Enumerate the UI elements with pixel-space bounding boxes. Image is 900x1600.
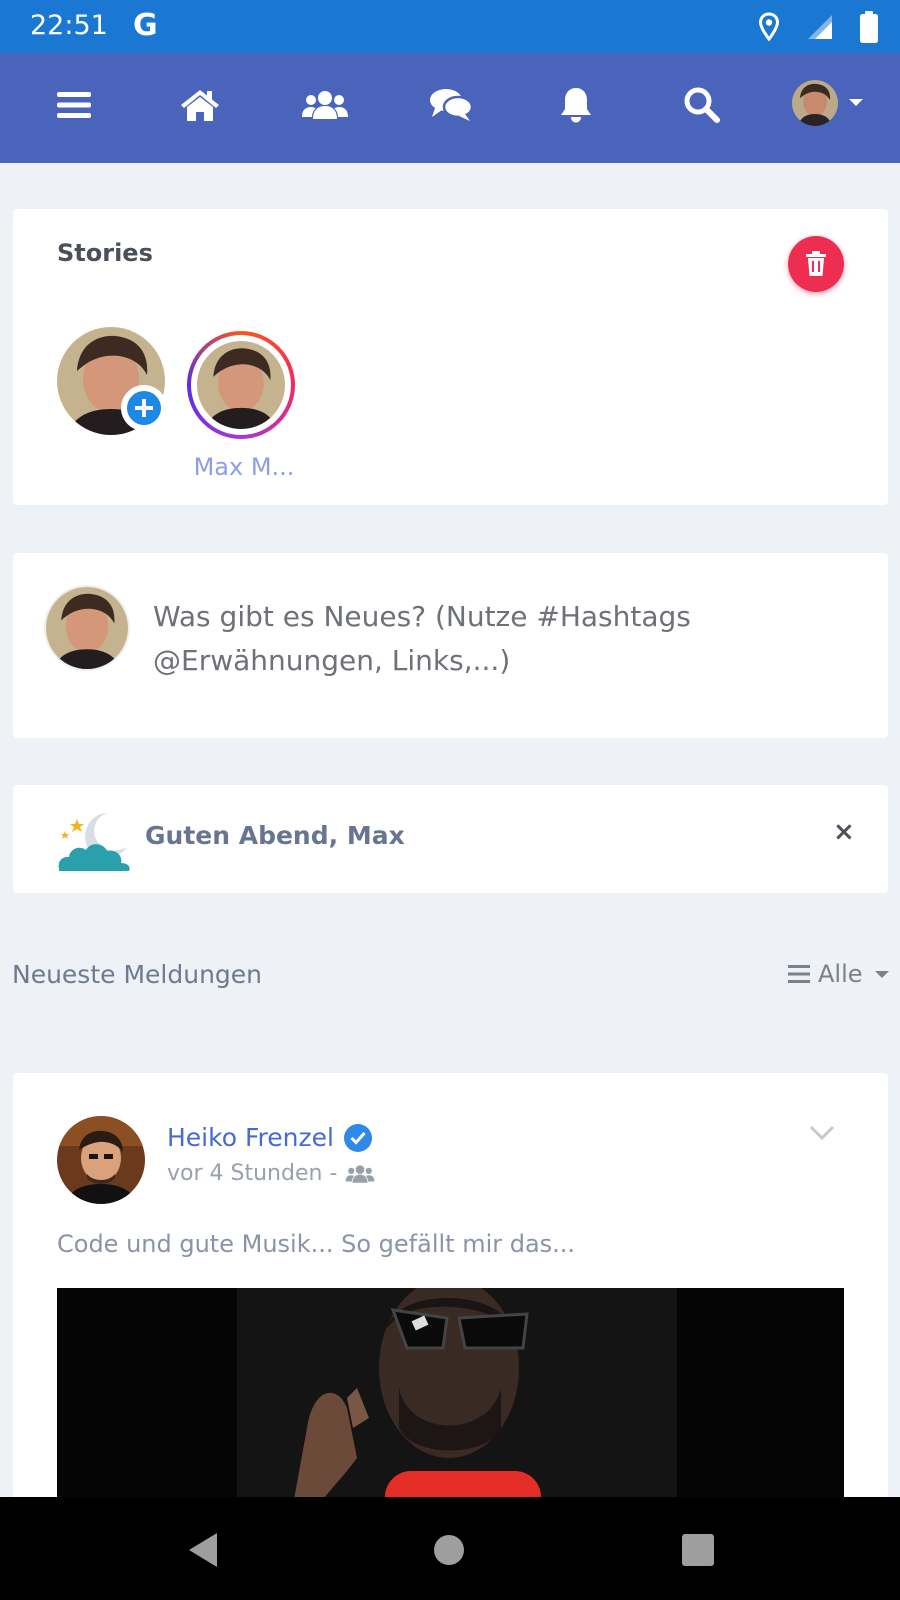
status-time: 22:51 bbox=[30, 10, 108, 41]
home-button[interactable] bbox=[172, 81, 228, 129]
chevron-down-icon bbox=[809, 1125, 835, 1141]
battery-icon bbox=[860, 11, 878, 43]
groups-button[interactable] bbox=[297, 81, 353, 129]
back-icon bbox=[189, 1533, 217, 1567]
story-avatar bbox=[197, 341, 285, 429]
status-icons bbox=[758, 10, 878, 44]
google-icon: G bbox=[133, 8, 158, 43]
signal-icon bbox=[808, 15, 832, 39]
post-author-name[interactable]: Heiko Frenzel bbox=[167, 1123, 372, 1152]
verified-icon bbox=[343, 1123, 372, 1152]
menu-button[interactable] bbox=[46, 81, 102, 129]
composer-input[interactable]: Was gibt es Neues? (Nutze #Hashtags @Erw… bbox=[153, 595, 793, 683]
chevron-down-icon bbox=[874, 970, 889, 978]
messages-icon bbox=[430, 89, 473, 121]
story-name[interactable]: Max M... bbox=[189, 453, 299, 481]
notifications-button[interactable] bbox=[548, 81, 604, 129]
delete-story-button[interactable] bbox=[788, 236, 844, 292]
greeting-text: Guten Abend, Max bbox=[145, 821, 405, 850]
menu-icon bbox=[57, 92, 91, 118]
post-options-button[interactable] bbox=[809, 1125, 835, 1145]
home-icon bbox=[181, 90, 219, 121]
friends-icon bbox=[346, 1164, 375, 1183]
stories-title: Stories bbox=[57, 239, 153, 267]
night-icon bbox=[58, 813, 130, 871]
groups-icon bbox=[302, 91, 348, 119]
home-nav-button[interactable] bbox=[424, 1525, 474, 1575]
story-item[interactable] bbox=[187, 331, 295, 439]
recents-icon bbox=[682, 1534, 714, 1566]
feed-filter-label: Alle bbox=[818, 960, 863, 988]
feed-title: Neueste Meldungen bbox=[12, 960, 263, 989]
status-bar: 22:51 G bbox=[0, 0, 900, 53]
android-nav-bar bbox=[0, 1497, 900, 1600]
list-icon bbox=[788, 965, 810, 983]
post-meta: vor 4 Stunden - bbox=[167, 1161, 375, 1186]
search-icon bbox=[684, 87, 720, 123]
recents-button[interactable] bbox=[673, 1525, 723, 1575]
stories-card: Stories Max M... bbox=[13, 209, 888, 505]
chevron-down-icon[interactable] bbox=[849, 99, 863, 106]
circle-home-icon bbox=[434, 1535, 464, 1565]
top-nav bbox=[0, 53, 900, 163]
close-greeting-button[interactable]: × bbox=[833, 817, 855, 847]
plus-icon bbox=[127, 391, 161, 425]
post-time: vor 4 Stunden - bbox=[167, 1161, 338, 1186]
search-button[interactable] bbox=[674, 81, 730, 129]
messages-button[interactable] bbox=[423, 81, 479, 129]
profile-avatar[interactable] bbox=[792, 80, 838, 126]
notifications-icon bbox=[561, 88, 591, 123]
trash-icon bbox=[806, 251, 826, 276]
location-icon bbox=[758, 12, 780, 42]
post-composer[interactable]: Was gibt es Neues? (Nutze #Hashtags @Erw… bbox=[13, 553, 888, 738]
greeting-card: Guten Abend, Max × bbox=[13, 785, 888, 893]
post-author-avatar[interactable] bbox=[57, 1116, 145, 1204]
add-story-button[interactable] bbox=[121, 385, 167, 431]
post-text: Code und gute Musik... So gefällt mir da… bbox=[57, 1230, 576, 1258]
composer-avatar bbox=[46, 587, 128, 669]
back-button[interactable] bbox=[177, 1525, 227, 1575]
post-author-label: Heiko Frenzel bbox=[167, 1123, 334, 1152]
feed-filter-dropdown[interactable]: Alle bbox=[788, 960, 889, 988]
